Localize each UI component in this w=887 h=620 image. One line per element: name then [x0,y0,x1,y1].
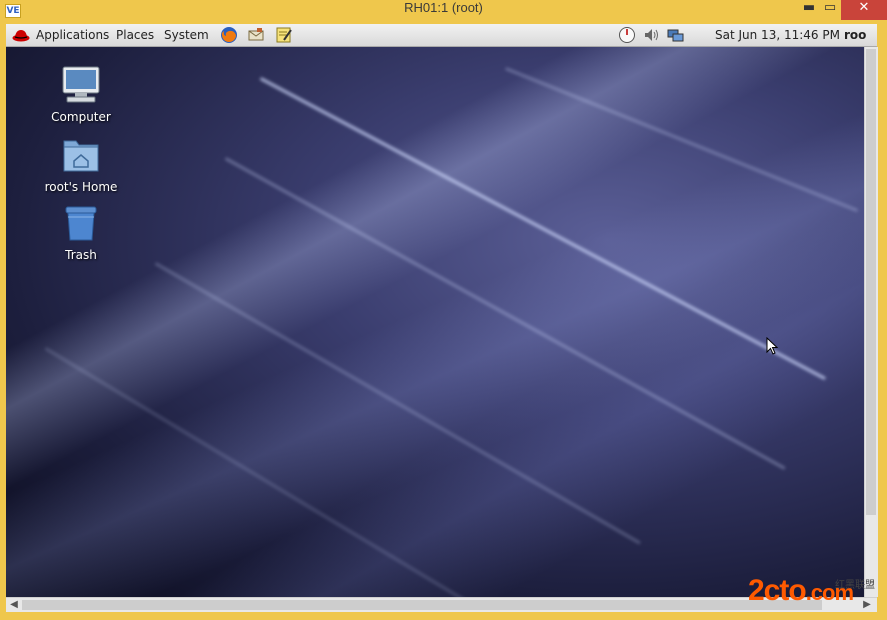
scroll-left-arrow-icon[interactable]: ◀ [8,598,20,612]
desktop-icon-home[interactable]: root's Home [36,135,126,194]
desktop-icon-label: Computer [51,110,111,124]
maximize-button[interactable]: ▭ [816,0,844,20]
menu-system[interactable]: System [164,24,209,46]
desktop-icon-trash[interactable]: Trash [36,203,126,262]
vnc-window: VE RH01:1 (root) ▬ ▭ ✕ Applications Plac… [0,0,887,620]
firefox-icon[interactable] [220,26,238,44]
notes-icon[interactable] [275,26,293,44]
clock[interactable]: Sat Jun 13, 11:46 PM [715,24,840,46]
horizontal-scrollbar[interactable]: ◀ ▶ [6,597,877,612]
watermark-subtext: 红黑联盟 [835,580,875,591]
vertical-scroll-thumb[interactable] [866,49,876,515]
horizontal-scroll-thumb[interactable] [22,600,822,610]
scroll-right-arrow-icon[interactable]: ▶ [861,598,873,612]
computer-icon [62,66,100,103]
mail-icon[interactable] [247,26,265,44]
network-icon[interactable] [667,26,685,44]
gauge-icon[interactable] [618,26,636,44]
user-menu[interactable]: roo [844,24,866,46]
desktop-icon-label: Trash [65,248,97,262]
mouse-pointer-icon [766,337,778,355]
close-button[interactable]: ✕ [841,0,887,20]
desktop-icon-label: root's Home [44,180,118,194]
desktop[interactable]: Computer root's Home Trash [6,47,864,597]
menu-applications[interactable]: Applications [36,24,109,46]
desktop-icon-computer[interactable]: Computer [36,65,126,124]
home-folder-icon [63,140,99,172]
top-panel: Applications Places System Sat Jun 13, 1… [6,24,877,47]
volume-icon[interactable] [643,26,661,44]
vertical-scrollbar[interactable] [864,47,878,597]
window-title: RH01:1 (root) [404,0,483,15]
menu-places[interactable]: Places [116,24,154,46]
trash-icon [65,206,97,241]
title-bar[interactable]: VE RH01:1 (root) ▬ ▭ ✕ [0,0,887,24]
redhat-icon[interactable] [12,27,30,43]
